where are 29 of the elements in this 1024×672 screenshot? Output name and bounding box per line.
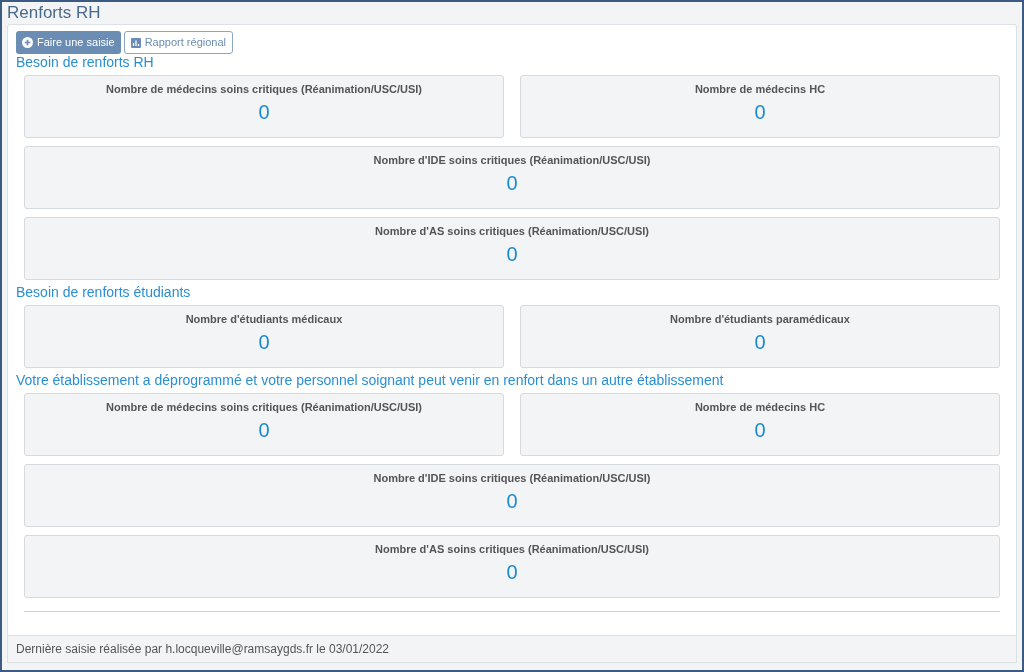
stat-label: Nombre de médecins soins critiques (Réanimation/USC/USI): [106, 400, 422, 414]
stat-value: 0: [506, 171, 518, 195]
stat-value: 0: [754, 330, 766, 354]
plus-circle-icon: [22, 37, 33, 48]
stat-value: 0: [506, 560, 518, 584]
stat-label: Nombre d'AS soins critiques (Réanimation/USC/USI): [375, 224, 649, 238]
stat-label: Nombre d'IDE soins critiques (Réanimation/USC/USI): [373, 471, 651, 485]
report-button[interactable]: Rapport régional: [123, 31, 233, 54]
stat-label: Nombre de médecins HC: [694, 400, 826, 414]
stat-label: Nombre d'étudiants paramédicaux: [670, 312, 850, 326]
stat-label: Nombre d'IDE soins critiques (Réanimation/USC/USI): [373, 153, 651, 167]
section-heading: Besoin de renforts étudiants: [16, 284, 192, 301]
stat-value: 0: [754, 418, 766, 442]
section-heading: Besoin de renforts RH: [16, 54, 155, 71]
bar-chart-icon: [130, 37, 141, 48]
stat-value: 0: [258, 100, 270, 124]
stat-value: 0: [754, 100, 766, 124]
add-entry-button[interactable]: Faire une saisie: [16, 31, 121, 54]
section-heading: Votre établissement a déprogrammé et votre personnel soignant peut venir en renfort dans un autre établissement: [16, 372, 725, 389]
stat-label: Nombre d'étudiants médicaux: [185, 312, 343, 326]
panel-title: Renforts RH: [7, 2, 102, 24]
last-entry-info: Dernière saisie réalisée par h.locqueville@ramsaygds.fr le 03/01/2022: [7, 636, 1017, 663]
stat-label: Nombre de médecins HC: [694, 82, 826, 96]
stat-value: 0: [506, 489, 518, 513]
stat-value: 0: [258, 330, 270, 354]
stat-label: Nombre de médecins soins critiques (Réanimation/USC/USI): [106, 82, 422, 96]
stat-value: 0: [506, 242, 518, 266]
stat-label: Nombre d'AS soins critiques (Réanimation/USC/USI): [375, 542, 649, 556]
stat-value: 0: [258, 418, 270, 442]
